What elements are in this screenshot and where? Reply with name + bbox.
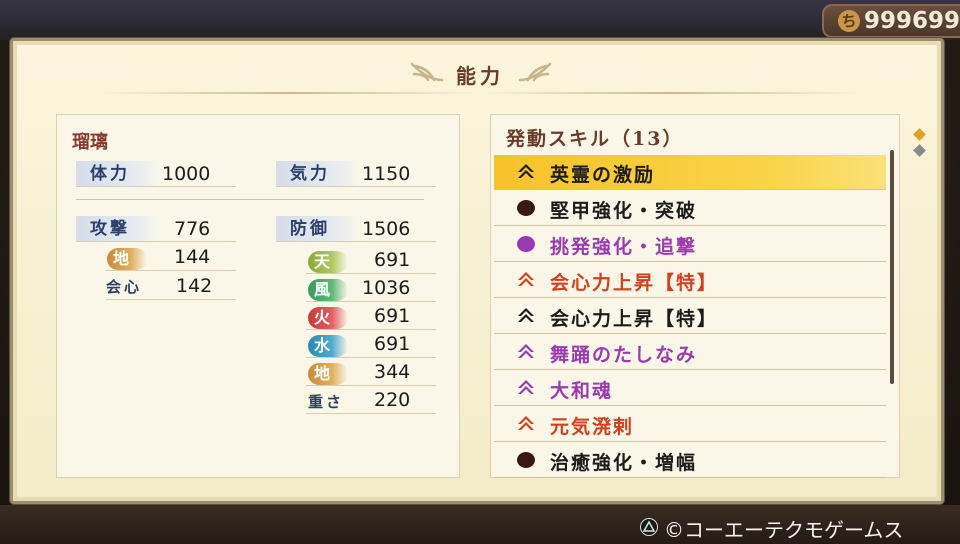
chevron-icon [518,164,534,178]
skill-row[interactable]: 挑発強化・追撃 [494,227,886,262]
chevron-icon [518,308,534,322]
chevron-icon [518,344,534,358]
skill-label: 会心力上昇【特】 [550,308,719,330]
attack-earth-badge: 地 [107,248,147,270]
stat-underline [306,385,436,386]
defense-wind-value: 1036 [362,277,411,299]
attack-crit-label: 会心 [106,278,143,296]
stat-underline [76,241,236,242]
ki-value: 1150 [362,163,411,185]
chevron-icon [518,272,534,286]
skill-row[interactable]: 治癒強化・増幅 [494,443,886,478]
skills-scrollbar[interactable] [890,150,894,384]
hp-value: 1000 [162,163,211,185]
ki-label: 気力 [276,161,360,187]
attack-crit-value: 142 [176,275,213,297]
weight-value: 220 [374,389,411,411]
defense-value: 1506 [362,218,411,240]
character-name: 瑠璃 [72,132,108,153]
stat-underline [76,186,236,187]
orb-icon [517,236,535,252]
attack-label: 攻撃 [76,216,160,242]
defense-water-badge: 水 [308,335,348,357]
skill-label: 英霊の激励 [550,164,656,186]
stat-underline [306,301,436,302]
skill-label: 大和魂 [550,380,614,402]
skill-row[interactable]: 大和魂 [494,371,886,406]
stat-underline [106,299,236,300]
defense-earth-badge: 地 [308,363,348,385]
defense-earth-value: 344 [374,361,411,383]
money-display: ち 9996990 [822,4,960,38]
hp-label: 体力 [76,161,160,187]
panel-title: 能力 [456,64,504,88]
orb-icon [517,200,535,216]
skill-label: 舞踊のたしなみ [550,344,698,366]
defense-water-value: 691 [374,333,411,355]
title-divider-left [100,92,480,94]
copyright-text: ©コーエーテクモゲームス [664,518,904,542]
skill-label: 会心力上昇【特】 [550,272,719,294]
skill-label: 挑発強化・追撃 [550,236,698,258]
coin-icon: ち [838,10,860,32]
skill-row[interactable]: 元気溌剌 [494,407,886,442]
stat-underline [306,329,436,330]
background-top [0,0,960,40]
section-divider [76,199,424,200]
skill-row[interactable]: 会心力上昇【特】 [494,263,886,298]
skill-row[interactable]: 英霊の激励 [494,155,886,190]
attack-earth-value: 144 [174,246,211,268]
money-value: 9996990 [864,8,960,34]
skill-label: 堅甲強化・突破 [550,200,698,222]
chevron-icon [518,380,534,394]
stat-underline [306,413,436,414]
defense-heaven-value: 691 [374,249,411,271]
orb-icon [517,452,535,468]
skill-row[interactable]: 会心力上昇【特】 [494,299,886,334]
chevron-icon [518,416,534,430]
skill-label: 元気溌剌 [550,416,635,438]
attack-value: 776 [174,218,211,240]
stat-underline [276,186,436,187]
skill-row[interactable]: 堅甲強化・突破 [494,191,886,226]
title-divider-right [480,92,860,94]
skill-label: 治癒強化・増幅 [550,452,698,474]
skills-header: 発動スキル（13） [506,128,684,150]
stat-underline [306,273,436,274]
stat-underline [306,357,436,358]
defense-label: 防御 [276,216,360,242]
stat-underline [276,241,436,242]
right-ornament-icon [518,62,552,82]
defense-wind-badge: 風 [308,279,348,301]
skill-row[interactable]: 舞踊のたしなみ [494,335,886,370]
defense-heaven-badge: 天 [308,251,348,273]
stat-underline [106,270,236,271]
weight-label: 重さ [308,393,345,411]
triangle-button-icon [640,518,658,536]
defense-fire-value: 691 [374,305,411,327]
defense-fire-badge: 火 [308,307,348,329]
